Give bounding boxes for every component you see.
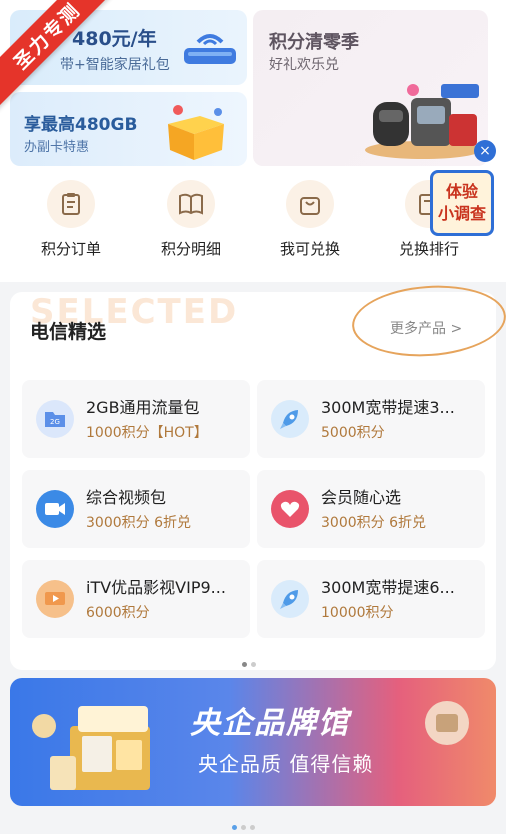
quick-nav-label: 我可兑换	[279, 240, 340, 258]
promo-card-sub-card[interactable]: 享最高480GB 办副卡特惠	[10, 92, 247, 166]
product-card[interactable]: 会员随心选 3000积分 6折兑	[257, 470, 485, 548]
data-card-icon: 2G	[36, 400, 74, 438]
rocket-icon	[271, 400, 309, 438]
product-card[interactable]: 2G 2GB通用流量包 1000积分【HOT】	[22, 380, 250, 458]
close-icon[interactable]: ×	[474, 140, 496, 162]
product-thumbnail-icon	[425, 701, 469, 745]
promo-subtitle: 带+智能家居礼包	[60, 57, 170, 73]
clipboard-icon	[47, 180, 95, 228]
tv-icon	[36, 580, 74, 618]
product-name: 会员随心选	[321, 488, 402, 507]
product-name: iTV优品影视VIP9...	[86, 578, 226, 597]
survey-box[interactable]: 体验 小调查	[430, 170, 494, 236]
section-title: 电信精选	[30, 321, 107, 343]
product-name: 2GB通用流量包	[86, 398, 200, 417]
quick-nav-redeemable[interactable]: 我可兑换	[255, 180, 365, 259]
heart-icon	[271, 490, 309, 528]
product-name: 300M宽带提速6...	[321, 578, 455, 597]
selected-products-panel: SELECTED 电信精选 更多产品 > 2G 2GB通用流量包 1000积分【…	[10, 280, 506, 671]
promo-title: 积分清零季	[269, 32, 359, 53]
video-icon	[36, 490, 74, 528]
survey-line1: 体验	[445, 182, 478, 201]
product-price: 3000积分 6折兑	[321, 515, 426, 531]
product-card[interactable]: 300M宽带提速6... 10000积分	[257, 560, 485, 638]
promo-card-points-season[interactable]: 积分清零季 好礼欢乐兑	[253, 10, 488, 166]
rocket-icon	[271, 580, 309, 618]
promo-title: 480元/年	[72, 28, 157, 50]
promo-subtitle: 办副卡特惠	[24, 140, 90, 155]
product-name: 综合视频包	[86, 488, 167, 507]
quick-nav-label: 积分明细	[160, 240, 221, 258]
product-card[interactable]: 300M宽带提速3... 5000积分	[257, 380, 485, 458]
page-indicator	[240, 652, 258, 671]
router-icon	[184, 34, 236, 64]
page-dot-active	[242, 662, 247, 667]
banner-subtitle: 央企品质 值得信赖	[198, 752, 374, 776]
product-name: 300M宽带提速3...	[321, 398, 455, 417]
svg-text:2G: 2G	[50, 418, 60, 426]
book-icon	[167, 180, 215, 228]
page-dot-active	[232, 825, 237, 830]
product-price: 5000积分	[321, 425, 385, 441]
quick-nav-label: 积分订单	[40, 240, 101, 258]
page-dot	[241, 825, 246, 830]
product-card[interactable]: iTV优品影视VIP9... 6000积分	[22, 560, 250, 638]
gift-box-illustration	[32, 706, 150, 790]
promo-subtitle: 好礼欢乐兑	[269, 57, 339, 73]
soe-brand-banner[interactable]: 央企品牌馆 央企品质 值得信赖	[10, 678, 496, 806]
promo-title: 享最高480GB	[24, 115, 138, 135]
banner-page-indicator	[230, 815, 257, 834]
product-price: 3000积分 6折兑	[86, 515, 191, 531]
product-card[interactable]: 综合视频包 3000积分 6折兑	[22, 470, 250, 548]
quick-nav-orders[interactable]: 积分订单	[16, 180, 126, 259]
product-price: 10000积分	[321, 605, 394, 621]
quick-nav-label: 兑换排行	[398, 240, 459, 258]
quick-nav-details[interactable]: 积分明细	[136, 180, 246, 259]
survey-line2: 小调查	[437, 204, 486, 223]
gift-box-icon	[168, 105, 224, 160]
page-dot	[251, 662, 256, 667]
bag-icon	[286, 180, 334, 228]
product-price: 1000积分【HOT】	[86, 425, 208, 441]
banner-title: 央企品牌馆	[190, 706, 350, 741]
survey-widget[interactable]: 体验 小调查 ×	[430, 140, 496, 238]
page-dot	[250, 825, 255, 830]
more-products-link[interactable]: 更多产品 >	[390, 318, 462, 338]
appliances-illustration	[365, 84, 481, 159]
product-price: 6000积分	[86, 605, 150, 621]
